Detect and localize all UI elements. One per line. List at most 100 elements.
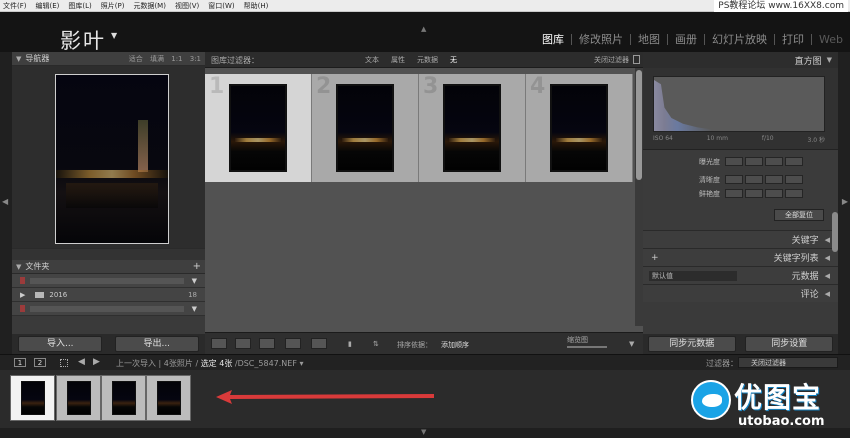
menu-edit[interactable]: 编辑(E)	[36, 1, 60, 11]
filmstrip-cell[interactable]	[10, 375, 55, 421]
filter-tab-none[interactable]: 无	[450, 55, 457, 65]
filter-tab-attribute[interactable]: 属性	[391, 55, 405, 65]
menu-library[interactable]: 图库(L)	[68, 1, 91, 11]
back-arrow-icon[interactable]: ◀	[78, 357, 85, 367]
increase-button[interactable]	[765, 157, 783, 166]
decrease-button[interactable]	[745, 175, 763, 184]
filmstrip-filter-select[interactable]: 关闭过滤器	[738, 357, 838, 368]
right-panel-scrollbar[interactable]	[832, 212, 838, 252]
filmstrip-cell[interactable]	[101, 375, 146, 421]
increase-large-button[interactable]	[785, 175, 803, 184]
module-book[interactable]: 画册	[668, 34, 706, 45]
keyword-list-header[interactable]: + 关键字列表 ◀	[643, 248, 838, 266]
photo-thumbnail[interactable]	[336, 84, 394, 172]
expand-triangle-icon[interactable]: ◀	[825, 290, 830, 298]
volume-expand-icon[interactable]: ▼	[192, 277, 197, 285]
reset-all-button[interactable]: 全部复位	[774, 209, 824, 221]
increase-large-button[interactable]	[785, 157, 803, 166]
decrease-large-button[interactable]	[725, 189, 743, 198]
navigator-header[interactable]: ▼ 导航器 适合 填满 1:1 3:1	[12, 52, 205, 66]
module-slideshow[interactable]: 幻灯片放映	[705, 34, 776, 45]
expand-triangle-icon[interactable]: ◀	[825, 236, 830, 244]
menu-metadata[interactable]: 元数据(M)	[133, 1, 166, 11]
comments-header[interactable]: 评论 ◀	[643, 284, 838, 302]
decrease-button[interactable]	[745, 157, 763, 166]
filmstrip-thumbnail[interactable]	[21, 381, 45, 415]
navigator-photo[interactable]	[55, 74, 169, 244]
sort-direction-icon[interactable]: ⇅	[373, 340, 379, 348]
left-panel-toggle-icon[interactable]: ◀	[2, 197, 8, 206]
identity-plate[interactable]: 影叶	[60, 25, 106, 55]
decrease-button[interactable]	[745, 189, 763, 198]
expand-triangle-icon[interactable]: ◀	[825, 254, 830, 262]
menu-view[interactable]: 视图(V)	[175, 1, 199, 11]
zoom-3-1[interactable]: 3:1	[190, 55, 201, 63]
grid-cell[interactable]: 3	[419, 74, 526, 182]
filmstrip-toggle-icon[interactable]: ▼	[421, 428, 426, 436]
zoom-1-1[interactable]: 1:1	[171, 55, 182, 63]
increase-button[interactable]	[765, 175, 783, 184]
navigator-preview[interactable]	[12, 66, 205, 248]
add-keyword-icon[interactable]: +	[651, 253, 659, 263]
module-map[interactable]: 地图	[631, 34, 669, 45]
primary-window-button[interactable]: 1	[14, 358, 26, 367]
folder-row[interactable]: ▶ 2016 18	[12, 288, 205, 302]
filmstrip-thumbnail[interactable]	[112, 381, 136, 415]
folder-disclosure-icon[interactable]: ▶	[20, 291, 25, 299]
sort-select[interactable]: 添加顺序	[441, 340, 469, 350]
grid-cell[interactable]: 2	[312, 74, 419, 182]
collapse-triangle-icon[interactable]: ▼	[16, 55, 21, 63]
photo-thumbnail[interactable]	[443, 84, 501, 172]
module-develop[interactable]: 修改照片	[572, 34, 632, 45]
spray-can-icon[interactable]: ▮	[348, 340, 352, 348]
module-library[interactable]: 图库	[535, 34, 573, 45]
menu-window[interactable]: 窗口(W)	[208, 1, 234, 11]
menu-file[interactable]: 文件(F)	[3, 1, 27, 11]
expand-triangle-icon[interactable]: ◀	[825, 272, 830, 280]
sync-settings-button[interactable]: 同步设置	[745, 336, 834, 352]
volume-expand-icon[interactable]: ▼	[192, 305, 197, 313]
decrease-large-button[interactable]	[725, 175, 743, 184]
module-web[interactable]: Web	[812, 34, 850, 45]
survey-view-icon[interactable]	[285, 338, 301, 349]
filter-tab-text[interactable]: 文本	[365, 55, 379, 65]
collapse-triangle-icon[interactable]: ▼	[827, 56, 832, 64]
filter-tab-metadata[interactable]: 元数据	[417, 55, 438, 65]
keywords-header[interactable]: 关键字 ◀	[643, 230, 838, 248]
grid-scrollbar-thumb[interactable]	[636, 70, 642, 180]
volume-row[interactable]: ▼	[12, 274, 205, 288]
metadata-header[interactable]: 默认值 元数据 ◀	[643, 266, 838, 284]
top-panel-toggle-icon[interactable]: ▲	[421, 25, 426, 33]
panel-scroll-area[interactable]	[12, 248, 205, 260]
filmstrip-thumbnail[interactable]	[67, 381, 91, 415]
histogram-graph[interactable]	[653, 76, 825, 132]
increase-button[interactable]	[765, 189, 783, 198]
grid-cell[interactable]: 4	[526, 74, 633, 182]
identity-plate-caret-icon[interactable]: ▼	[111, 31, 117, 40]
grid-cell[interactable]: 1	[205, 74, 312, 182]
menu-help[interactable]: 帮助(H)	[244, 1, 269, 11]
photo-thumbnail[interactable]	[229, 84, 287, 172]
toolbar-menu-caret-icon[interactable]: ▼	[629, 340, 634, 348]
photo-thumbnail[interactable]	[550, 84, 608, 172]
add-folder-icon[interactable]: +	[193, 261, 201, 272]
module-print[interactable]: 打印	[775, 34, 813, 45]
decrease-large-button[interactable]	[725, 157, 743, 166]
forward-arrow-icon[interactable]: ▶	[93, 357, 100, 367]
increase-large-button[interactable]	[785, 189, 803, 198]
metadata-preset-select[interactable]: 默认值	[649, 271, 737, 281]
right-panel-toggle-icon[interactable]: ▶	[842, 197, 848, 206]
zoom-fill[interactable]: 填满	[150, 55, 164, 63]
histogram-header[interactable]: 直方图 ▼	[643, 52, 838, 68]
filmstrip-cell[interactable]	[56, 375, 101, 421]
filmstrip-thumbnail[interactable]	[157, 381, 181, 415]
thumbnail-size-slider[interactable]	[567, 346, 607, 348]
compare-view-icon[interactable]	[259, 338, 275, 349]
folders-header[interactable]: ▼ 文件夹 +	[12, 260, 205, 274]
grid-view-icon[interactable]	[211, 338, 227, 349]
loupe-view-icon[interactable]	[235, 338, 251, 349]
grid-scrollbar[interactable]	[635, 68, 643, 326]
export-button[interactable]: 导出...	[114, 336, 199, 352]
secondary-window-button[interactable]: 2	[34, 358, 46, 367]
collapse-triangle-icon[interactable]: ▼	[16, 263, 21, 271]
